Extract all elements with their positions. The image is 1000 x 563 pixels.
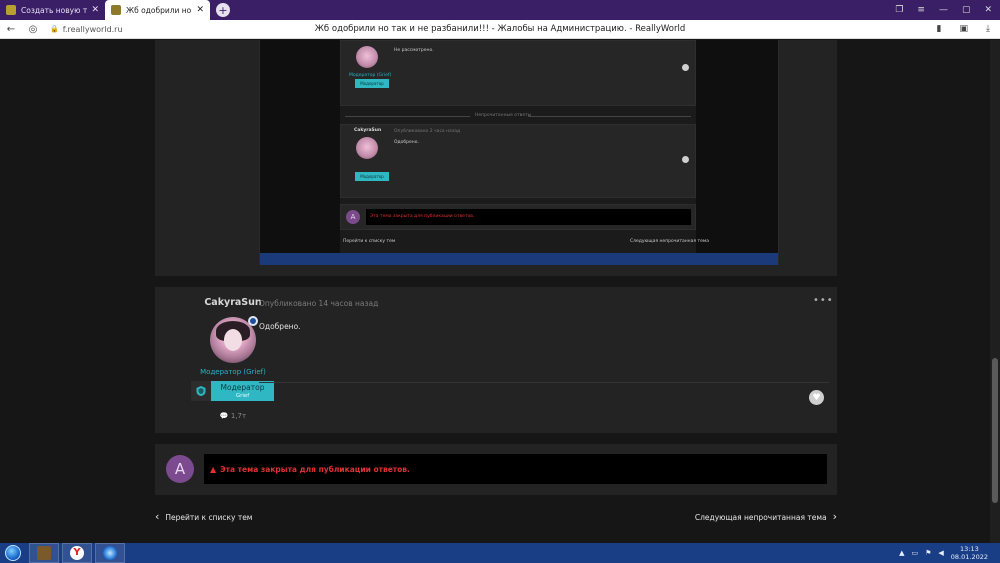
launcher-icon (103, 546, 117, 560)
close-icon[interactable]: ✕ (196, 5, 204, 15)
embedded-posted: Опубликовано 2 часа назад (394, 129, 461, 134)
back-to-topic-list-link[interactable]: ‹ Перейти к списку тем (155, 510, 253, 523)
embedded-role: Модератор (Grief) (349, 73, 392, 78)
embedded-post-1: Модератор (Grief) Модератор Не рассмотре… (340, 40, 696, 106)
window-controls: ❐ ≡ — ▢ ✕ (895, 0, 1000, 20)
topic-navigation: ‹ Перейти к списку тем Следующая непрочи… (155, 510, 837, 526)
group-badge-title: Модератор (220, 383, 265, 392)
group-badge-subtitle: Grief (235, 393, 250, 399)
embedded-status: Не рассмотрено. (394, 48, 434, 53)
chevron-left-icon: ‹ (155, 510, 160, 523)
system-tray: ▲ ▭ ⚑ ◀ 13:13 08.01.2022 (899, 545, 1000, 561)
embedded-unread-label: Непрочитанные ответы (475, 113, 532, 118)
close-icon[interactable]: ✕ (91, 5, 99, 15)
embedded-next-link: Следующая непрочитанная тема (630, 239, 710, 244)
tab-complaint-topic[interactable]: Жб одобрили но так и н ✕ (105, 0, 210, 20)
volume-icon[interactable]: ◀ (938, 549, 943, 557)
taskbar-app-yandex-browser[interactable]: Y (62, 543, 92, 563)
restore-icon[interactable]: ▢ (962, 5, 971, 15)
windows-logo-icon (5, 545, 21, 561)
post-options-button[interactable]: ••• (813, 295, 834, 306)
embedded-forum: Модератор (Grief) Модератор Не рассмотре… (340, 40, 709, 265)
windows-taskbar: Y ▲ ▭ ⚑ ◀ 13:13 08.01.2022 (0, 543, 1000, 563)
reputation-value: 1,7т (230, 412, 247, 420)
embedded-like-icon (682, 156, 689, 163)
network-icon[interactable]: ▭ (911, 549, 918, 557)
comment-bubble-icon: 💬 (219, 412, 229, 420)
embedded-like-icon (682, 64, 689, 71)
chevron-right-icon: › (832, 510, 837, 523)
embedded-badge: Модератор (355, 79, 389, 88)
menu-icon[interactable]: ≡ (917, 5, 925, 15)
post-body: Одобрено. (259, 322, 301, 331)
avatar-face (224, 329, 242, 351)
tab-title: Создать новую тему - Rea (21, 5, 88, 15)
next-unread-topic-link[interactable]: Следующая непрочитанная тема › (694, 510, 837, 523)
minecraft-icon (37, 546, 51, 560)
yandex-browser-icon: Y (70, 546, 84, 560)
embedded-prev-link: Перейти к списку тем (343, 239, 396, 244)
embedded-reply: A Эта тема закрыта для публикации ответо… (340, 204, 696, 230)
back-arrow-icon[interactable]: ← (0, 24, 22, 35)
taskbar-app-minecraft[interactable] (29, 543, 59, 563)
reply-area: A ▲ Эта тема закрыта для публикации отве… (155, 444, 837, 495)
author-panel: Модератор (Grief) Модератор Grief 💬 1,7т (181, 287, 285, 433)
author-role: Модератор (Grief) (200, 368, 266, 376)
current-user-avatar[interactable]: A (166, 455, 194, 483)
group-badge: Модератор Grief (211, 381, 274, 401)
scrollbar-thumb[interactable] (992, 358, 998, 503)
clock-date: 08.01.2022 (950, 553, 988, 561)
embedded-author: CakyraSun (354, 128, 382, 133)
url-field[interactable]: f.reallyworld.ru (63, 25, 123, 34)
browser-tab-strip: Создать новую тему - Rea ✕ Жб одобрили н… (0, 0, 1000, 20)
site-favicon-icon (111, 5, 121, 15)
protect-icon[interactable]: ▣ (960, 24, 969, 34)
flag-icon[interactable]: ⚑ (925, 549, 931, 557)
minimize-icon[interactable]: — (939, 5, 948, 15)
page-scrollbar[interactable] (990, 40, 1000, 543)
shield-icon (191, 381, 211, 401)
clock[interactable]: 13:13 08.01.2022 (951, 545, 988, 561)
heart-icon[interactable]: ♥ (809, 390, 824, 405)
topic-closed-text: Эта тема закрыта для публикации ответов. (220, 464, 410, 474)
close-window-icon[interactable]: ✕ (984, 5, 992, 15)
reputation: 💬 1,7т (181, 412, 285, 420)
embedded-closed-box: Эта тема закрыта для публикации ответов. (366, 209, 691, 225)
reader-mode-icon[interactable]: ◎ (22, 24, 44, 35)
embedded-reply-avatar: A (346, 210, 360, 224)
download-icon[interactable]: ⤓ (986, 24, 990, 34)
embedded-avatar (356, 46, 378, 68)
tab-create-topic[interactable]: Создать новую тему - Rea ✕ (0, 0, 105, 20)
back-to-topic-list-label: Перейти к списку тем (165, 512, 253, 522)
lock-icon[interactable]: 🔒 (50, 25, 59, 33)
forum-page: Модератор (Grief) Модератор Не рассмотре… (0, 40, 990, 543)
embedded-body: Одобрено. (394, 140, 419, 145)
embedded-avatar (356, 137, 378, 159)
embedded-divider (528, 116, 691, 117)
taskbar-app-launcher[interactable] (95, 543, 125, 563)
tab-title: Жб одобрили но так и н (126, 5, 192, 15)
embedded-closed-text: Эта тема закрыта для публикации ответов. (370, 214, 475, 219)
page-title: Жб одобрили но так и не разбанили!!! - Ж… (314, 24, 686, 34)
address-bar: ← ◎ 🔒 f.reallyworld.ru Жб одобрили но та… (0, 20, 1000, 39)
warning-icon: ▲ (210, 464, 217, 474)
forum-post: CakyraSun Модератор (Grief) Модератор Gr… (155, 287, 837, 433)
clock-time: 13:13 (960, 545, 979, 553)
embedded-taskbar (260, 253, 778, 265)
embedded-post-2: CakyraSun Модератор Опубликовано 2 часа … (340, 124, 696, 198)
online-indicator-icon (248, 316, 258, 326)
embedded-screenshot[interactable]: Модератор (Grief) Модератор Не рассмотре… (259, 40, 779, 265)
bookmarks-panel-icon[interactable]: ❐ (895, 5, 903, 15)
embedded-divider (345, 116, 470, 117)
site-favicon-icon (6, 5, 16, 15)
embedded-badge: Модератор (355, 172, 389, 181)
post-divider (259, 382, 829, 383)
new-tab-button[interactable]: + (216, 3, 230, 17)
next-unread-topic-label: Следующая непрочитанная тема (694, 512, 827, 522)
chevron-up-icon[interactable]: ▲ (899, 549, 904, 557)
bookmark-icon[interactable]: ▮ (937, 24, 942, 34)
post-timestamp[interactable]: Опубликовано 14 часов назад (259, 299, 378, 308)
topic-closed-notice: ▲ Эта тема закрыта для публикации ответо… (204, 454, 827, 484)
start-button[interactable] (0, 543, 26, 563)
